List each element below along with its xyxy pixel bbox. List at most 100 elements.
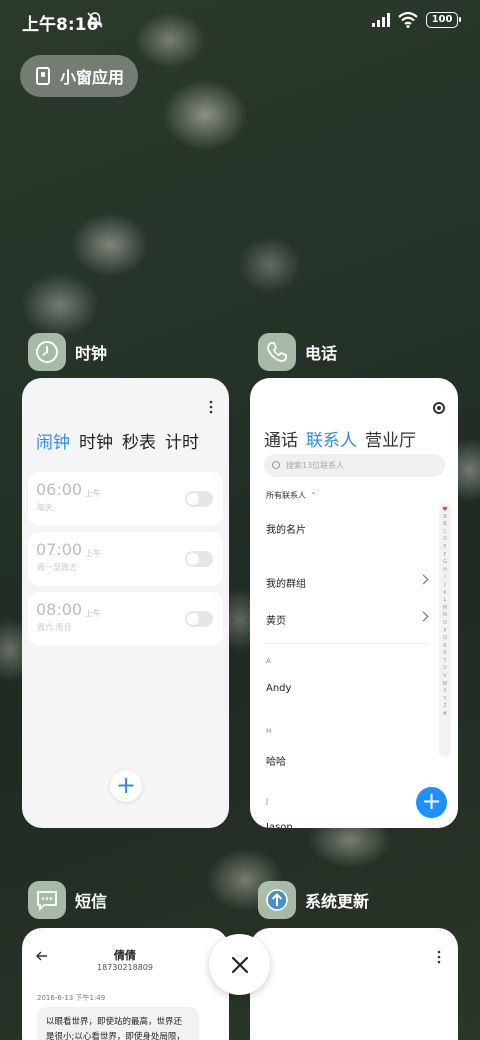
contact-item[interactable]: Jason: [266, 822, 293, 828]
alphabet-index-letter[interactable]: Z: [443, 703, 446, 711]
clock-app-name: 时钟: [75, 344, 108, 363]
alphabet-index[interactable]: ♥ A B C D E F G H I J K L M N O P Q R S T U V W X Y Z #: [439, 503, 451, 757]
section-header: H: [266, 727, 272, 735]
alarm-item[interactable]: 08:00 上午 周六 周日: [28, 592, 223, 646]
alphabet-index-letter[interactable]: D: [443, 536, 447, 544]
alarm-toggle[interactable]: [185, 491, 213, 507]
alarm-time: 06:00: [36, 480, 83, 499]
alphabet-index-letter[interactable]: T: [443, 658, 446, 666]
alphabet-index-letter[interactable]: J: [444, 582, 445, 590]
settings-gear-icon[interactable]: [433, 402, 445, 414]
clock-app-icon: [28, 333, 66, 371]
contact-item[interactable]: 哈哈: [266, 753, 286, 768]
alphabet-index-letter[interactable]: S: [443, 650, 446, 658]
alarm-repeat: 周一至周五: [37, 563, 77, 572]
alarm-time: 08:00: [36, 600, 83, 619]
favorites-heart-icon[interactable]: ♥: [442, 506, 447, 514]
section-header: A: [266, 657, 271, 665]
sms-date: 2016-6-13 下午1:49: [37, 994, 106, 1002]
back-arrow-icon[interactable]: [36, 950, 48, 962]
alphabet-index-letter[interactable]: M: [443, 605, 447, 613]
battery-indicator: 100: [426, 12, 461, 28]
alphabet-index-letter[interactable]: #: [443, 711, 447, 719]
contacts-filter-dropdown[interactable]: 所有联系人 ⌃: [266, 490, 317, 501]
sms-contact-name: 倩倩: [114, 949, 136, 962]
app-header-update[interactable]: 系统更新: [258, 881, 369, 919]
close-all-button[interactable]: [209, 934, 270, 995]
alarm-ampm: 上午: [85, 489, 101, 498]
wifi-icon: [398, 11, 418, 28]
my-card-item[interactable]: 我的名片: [266, 521, 306, 536]
yellow-pages-item[interactable]: 黄页: [266, 612, 286, 627]
divider: [264, 643, 429, 644]
alphabet-index-letter[interactable]: G: [443, 559, 447, 567]
alphabet-index-letter[interactable]: I: [444, 574, 445, 582]
search-placeholder: 搜索13位联系人: [286, 461, 345, 470]
alarm-repeat: 周六 周日: [37, 623, 72, 632]
alphabet-index-letter[interactable]: V: [443, 673, 446, 681]
phone-app-name: 电话: [305, 344, 338, 363]
add-contact-button[interactable]: +: [416, 787, 447, 818]
alarm-item[interactable]: 07:00 上午 周一至周五: [28, 532, 223, 586]
status-bar: 上午8:16 100: [0, 0, 480, 42]
add-alarm-button[interactable]: +: [110, 770, 142, 802]
update-app-card[interactable]: [250, 928, 458, 1040]
tab-stopwatch[interactable]: 秒表: [122, 428, 156, 453]
my-groups-item[interactable]: 我的群组: [266, 575, 306, 590]
tab-clock[interactable]: 时钟: [79, 428, 113, 453]
alarm-item[interactable]: 06:00 上午 每天: [28, 472, 223, 526]
alphabet-index-letter[interactable]: K: [443, 590, 446, 598]
alphabet-index-letter[interactable]: E: [443, 544, 446, 552]
tab-calls[interactable]: 通话: [264, 426, 298, 451]
alphabet-index-letter[interactable]: R: [443, 643, 446, 651]
chevron-down-icon: ⌃: [310, 491, 317, 500]
tab-alarm[interactable]: 闹钟: [36, 428, 70, 453]
update-app-name: 系统更新: [305, 892, 370, 911]
alarm-repeat: 每天: [37, 503, 53, 512]
contact-item[interactable]: Andy: [266, 683, 291, 694]
search-icon: [272, 461, 280, 469]
sms-message-bubble: 以眼看世界，即使站的最高，世界还是很小;以心看世界，即使身处局限，: [37, 1007, 199, 1040]
small-window-icon: [36, 67, 50, 85]
mute-icon: [87, 12, 103, 28]
alphabet-index-letter[interactable]: W: [443, 681, 448, 689]
small-window-label: 小窗应用: [60, 68, 125, 87]
alphabet-index-letter[interactable]: A: [443, 514, 446, 522]
app-header-clock[interactable]: 时钟: [28, 333, 107, 371]
app-header-phone[interactable]: 电话: [258, 333, 337, 371]
contacts-filter-label: 所有联系人: [266, 491, 306, 500]
alarm-time: 07:00: [36, 540, 83, 559]
more-options-icon[interactable]: [437, 950, 441, 964]
signal-icon: [372, 13, 390, 27]
alphabet-index-letter[interactable]: N: [443, 612, 447, 620]
alarm-toggle[interactable]: [185, 551, 213, 567]
alphabet-index-letter[interactable]: B: [443, 521, 446, 529]
contact-search-input[interactable]: 搜索13位联系人: [264, 454, 445, 477]
alphabet-index-letter[interactable]: Y: [443, 696, 446, 704]
small-window-apps-button[interactable]: 小窗应用: [20, 55, 138, 97]
alphabet-index-letter[interactable]: O: [443, 620, 447, 628]
alphabet-index-letter[interactable]: P: [443, 628, 446, 636]
clock-tabs: 闹钟 时钟 秒表 计时: [36, 428, 199, 453]
alphabet-index-letter[interactable]: Q: [443, 635, 447, 643]
alarm-ampm: 上午: [85, 609, 101, 618]
alphabet-index-letter[interactable]: F: [444, 552, 447, 560]
alphabet-index-letter[interactable]: C: [443, 529, 447, 537]
tab-contacts[interactable]: 联系人: [306, 426, 357, 451]
phone-app-icon: [258, 333, 296, 371]
more-options-icon[interactable]: [209, 400, 213, 414]
update-app-icon: [258, 881, 296, 919]
sms-app-name: 短信: [75, 892, 108, 911]
close-icon: [231, 956, 248, 973]
tab-service-hall[interactable]: 营业厅: [365, 426, 416, 451]
app-header-sms[interactable]: 短信: [28, 881, 107, 919]
alphabet-index-letter[interactable]: L: [444, 597, 447, 605]
alarm-toggle[interactable]: [185, 611, 213, 627]
tab-timer[interactable]: 计时: [165, 428, 199, 453]
phone-tabs: 通话 联系人 营业厅: [264, 426, 416, 451]
sms-app-icon: [28, 881, 66, 919]
alphabet-index-letter[interactable]: H: [443, 567, 447, 575]
alphabet-index-letter[interactable]: X: [443, 688, 446, 696]
alphabet-index-letter[interactable]: U: [443, 665, 447, 673]
alarm-ampm: 上午: [85, 549, 101, 558]
